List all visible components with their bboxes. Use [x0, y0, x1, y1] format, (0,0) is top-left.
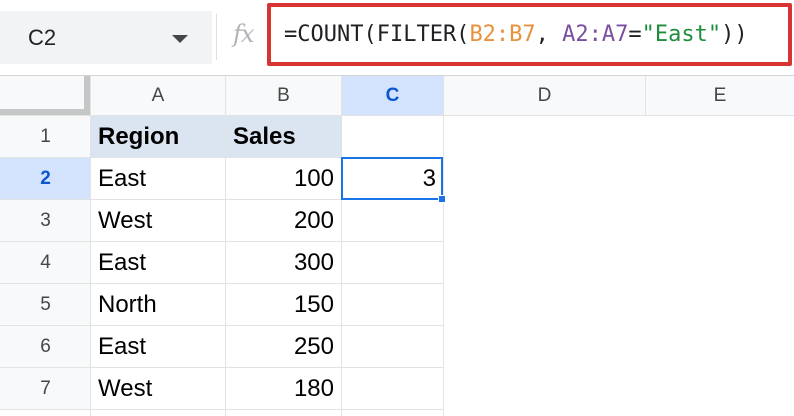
row-header-7[interactable]: 7	[0, 368, 91, 410]
chevron-down-icon[interactable]	[172, 35, 188, 43]
cell-b2[interactable]: 100	[226, 158, 341, 200]
cell-b1[interactable]: Sales	[226, 116, 341, 158]
grid-line	[0, 367, 444, 368]
fx-icon: fx	[233, 20, 254, 48]
cell-a4[interactable]: East	[91, 242, 225, 284]
cell-a6[interactable]: East	[91, 326, 225, 368]
divider	[216, 14, 217, 60]
formula-token-range-region: A2:A7	[562, 22, 629, 47]
name-box[interactable]: C2	[0, 11, 212, 64]
column-header-c[interactable]: C	[342, 76, 443, 115]
grid-line	[0, 325, 444, 326]
cell-b5[interactable]: 150	[226, 284, 341, 326]
grid-line	[443, 76, 444, 416]
cell-a7[interactable]: West	[91, 368, 225, 410]
formula-token-separator: ,	[535, 22, 563, 47]
formula-token-string: "East"	[641, 22, 722, 47]
column-header-d[interactable]: D	[444, 76, 645, 115]
grid-line	[0, 241, 444, 242]
name-box-value[interactable]: C2	[28, 25, 56, 51]
select-all-corner[interactable]	[0, 76, 91, 115]
grid-line	[0, 409, 444, 410]
formula-bar-area: C2 fx =COUNT(FILTER(B2:B7, A2:A7="East")…	[0, 0, 794, 76]
cell-b7[interactable]: 180	[226, 368, 341, 410]
row-header-3[interactable]: 3	[0, 200, 91, 242]
formula-text[interactable]: =COUNT(FILTER(B2:B7, A2:A7="East"))	[284, 22, 748, 47]
row-header-6[interactable]: 6	[0, 326, 91, 368]
cell-b3[interactable]: 200	[226, 200, 341, 242]
grid-line	[0, 283, 444, 284]
row-header-5[interactable]: 5	[0, 284, 91, 326]
formula-input[interactable]: =COUNT(FILTER(B2:B7, A2:A7="East"))	[267, 3, 792, 66]
grid-line	[341, 76, 342, 416]
column-header-b[interactable]: B	[226, 76, 341, 115]
cell-b4[interactable]: 300	[226, 242, 341, 284]
cell-b6[interactable]: 250	[226, 326, 341, 368]
cell-a5[interactable]: North	[91, 284, 225, 326]
selection-outline	[341, 157, 443, 200]
spreadsheet-grid: A B C D E 1 2 3 4 5 6 7 Region Sales Eas…	[0, 76, 794, 416]
row-header-2[interactable]: 2	[0, 158, 91, 200]
formula-token-range-sales: B2:B7	[469, 22, 536, 47]
formula-token-operator: =	[628, 22, 642, 47]
column-header-e[interactable]: E	[646, 76, 794, 115]
grid-line	[90, 76, 91, 416]
cell-a1[interactable]: Region	[91, 116, 225, 158]
formula-token-function: =COUNT(FILTER(	[284, 22, 470, 47]
grid-line	[0, 115, 794, 116]
fill-handle[interactable]	[438, 195, 446, 203]
cell-a3[interactable]: West	[91, 200, 225, 242]
row-header-1[interactable]: 1	[0, 116, 91, 158]
formula-token-close: ))	[721, 22, 748, 47]
cell-a2[interactable]: East	[91, 158, 225, 200]
column-header-a[interactable]: A	[91, 76, 225, 115]
grid-line	[225, 76, 226, 416]
grid-line	[645, 76, 646, 116]
row-header-4[interactable]: 4	[0, 242, 91, 284]
